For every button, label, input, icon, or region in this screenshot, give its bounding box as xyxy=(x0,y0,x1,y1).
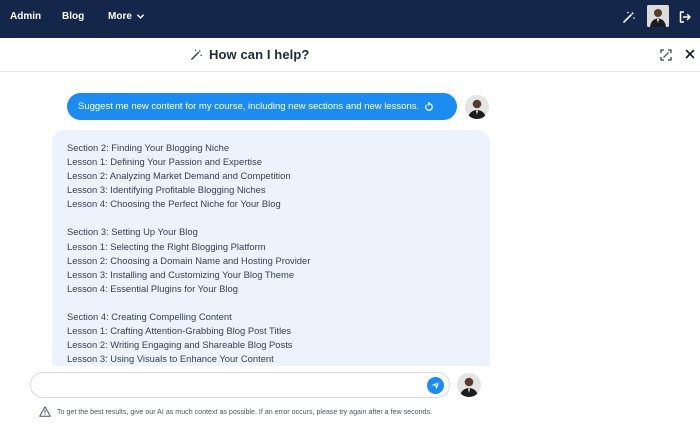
assistant-panel-header: How can I help? xyxy=(0,38,700,72)
close-icon[interactable] xyxy=(684,48,696,60)
response-line: Section 3: Setting Up Your Blog xyxy=(67,226,198,238)
response-line: Lesson 4: Essential Plugins for Your Blo… xyxy=(67,282,238,294)
send-button[interactable] xyxy=(427,377,444,394)
disclaimer-text: To get the best results, give our AI as … xyxy=(57,407,432,416)
logout-icon[interactable] xyxy=(678,10,692,24)
response-line: Lesson 2: Analyzing Market Demand and Co… xyxy=(67,170,291,182)
avatar-image xyxy=(647,5,669,27)
chat-input[interactable] xyxy=(31,373,421,397)
disclaimer: To get the best results, give our AI as … xyxy=(39,406,432,417)
response-line: Section 4: Creating Compelling Content xyxy=(67,310,232,322)
avatar-image xyxy=(457,373,481,397)
ai-response-bubble: Section 2: Finding Your Blogging Niche L… xyxy=(52,130,490,366)
response-line xyxy=(67,211,490,225)
chat-composer xyxy=(30,372,450,398)
magic-wand-icon xyxy=(191,49,202,60)
magic-wand-icon[interactable] xyxy=(622,10,636,24)
user-message-text: Suggest me new content for my course, in… xyxy=(78,101,420,112)
nav-more[interactable]: More xyxy=(108,11,145,22)
response-line: Lesson 2: Writing Engaging and Shareable… xyxy=(67,339,293,351)
response-line xyxy=(67,296,490,310)
response-line: Lesson 1: Selecting the Right Blogging P… xyxy=(67,240,266,252)
response-line: Lesson 4: Choosing the Perfect Niche for… xyxy=(67,198,281,210)
response-line: Lesson 2: Choosing a Domain Name and Hos… xyxy=(67,254,311,266)
user-avatar[interactable] xyxy=(647,5,669,27)
response-line: Lesson 3: Using Visuals to Enhance Your … xyxy=(67,353,274,365)
panel-title: How can I help? xyxy=(209,47,310,62)
nav-admin[interactable]: Admin xyxy=(10,11,41,22)
chevron-down-icon xyxy=(136,14,144,19)
nav-blog[interactable]: Blog xyxy=(62,11,84,22)
expand-icon[interactable] xyxy=(660,49,672,61)
nav-more-label: More xyxy=(108,11,132,22)
response-line: Lesson 1: Crafting Attention-Grabbing Bl… xyxy=(67,325,292,337)
response-line: Lesson 3: Identifying Profitable Bloggin… xyxy=(67,184,266,196)
retry-icon[interactable] xyxy=(424,101,434,112)
message-avatar xyxy=(465,95,489,119)
user-message-bubble: Suggest me new content for my course, in… xyxy=(67,93,457,120)
panel-title-group: How can I help? xyxy=(190,47,309,62)
warning-icon xyxy=(39,406,51,417)
send-icon xyxy=(431,381,440,390)
response-line: Lesson 1: Defining Your Passion and Expe… xyxy=(67,156,262,168)
top-navbar: Admin Blog More xyxy=(0,0,700,38)
composer-avatar xyxy=(457,373,481,397)
response-line: Section 2: Finding Your Blogging Niche xyxy=(67,142,230,153)
avatar-image xyxy=(465,95,489,119)
response-line: Lesson 3: Installing and Customizing You… xyxy=(67,268,295,280)
